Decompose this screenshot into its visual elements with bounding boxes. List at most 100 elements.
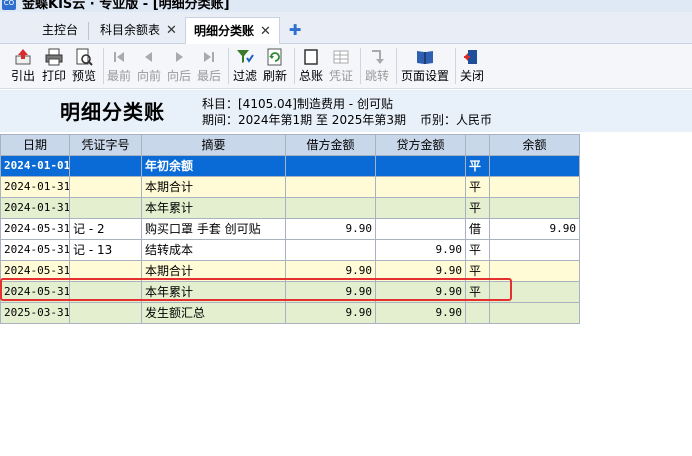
tab-bar: 主控台 科目余额表 ✕ 明细分类账 ✕ ✚ — [0, 12, 692, 44]
ledger-table: 日期 凭证字号 摘要 借方金额 贷方金额 余额 2024-01-01 年初余额 … — [0, 134, 580, 324]
voucher-label: 凭证 — [328, 69, 353, 83]
preview-button[interactable]: 预览 — [69, 46, 99, 86]
cell-debit: 9.90 — [285, 302, 376, 324]
cell-direction: 平 — [465, 155, 490, 177]
table-row[interactable]: 2024-05-31 本期合计 9.90 9.90 平 — [0, 260, 580, 282]
table-row[interactable]: 2024-01-31 本期合计 平 — [0, 176, 580, 198]
close-button[interactable]: 关闭 — [457, 46, 487, 86]
tab-detail-ledger[interactable]: 明细分类账 ✕ — [185, 17, 280, 44]
cell-balance — [489, 155, 580, 177]
exit-door-icon — [463, 48, 481, 66]
print-button[interactable]: 打印 — [39, 46, 69, 86]
cell-voucher — [69, 155, 142, 177]
cell-voucher — [69, 260, 142, 282]
cell-credit: 9.90 — [375, 302, 466, 324]
first-icon — [110, 48, 128, 66]
table-row[interactable]: 2024-05-31 本年累计 9.90 9.90 平 — [0, 281, 580, 303]
jump-label: 跳转 — [364, 69, 389, 83]
print-label: 打印 — [41, 69, 66, 83]
cell-credit: 9.90 — [375, 281, 466, 303]
cell-direction — [465, 302, 490, 324]
cell-voucher — [69, 302, 142, 324]
next-label: 向后 — [166, 69, 191, 83]
cell-summary: 年初余额 — [141, 155, 286, 177]
cell-debit: 9.90 — [285, 218, 376, 240]
cell-date: 2024-01-31 — [0, 197, 70, 219]
column-header-direction[interactable] — [465, 134, 490, 156]
preview-label: 预览 — [71, 69, 96, 83]
table-row[interactable]: 2024-01-01 年初余额 平 — [0, 155, 580, 177]
toolbar-separator — [360, 48, 361, 84]
cell-date: 2024-01-31 — [0, 176, 70, 198]
cell-debit: 9.90 — [285, 260, 376, 282]
close-label: 关闭 — [459, 69, 484, 83]
voucher-icon — [332, 48, 350, 66]
cell-date: 2024-01-01 — [0, 155, 70, 177]
last-icon — [200, 48, 218, 66]
report-title: 明细分类账 — [60, 100, 165, 124]
close-icon[interactable]: ✕ — [166, 17, 177, 44]
cell-direction: 平 — [465, 260, 490, 282]
cell-balance — [489, 176, 580, 198]
tab-account-balance[interactable]: 科目余额表 ✕ — [92, 17, 185, 44]
cell-summary: 本期合计 — [141, 176, 286, 198]
close-icon[interactable]: ✕ — [260, 18, 271, 45]
tab-label: 科目余额表 — [100, 23, 161, 37]
tab-main-console[interactable]: 主控台 — [34, 17, 86, 44]
table-row[interactable]: 2024-05-31 记 - 13 结转成本 9.90 平 — [0, 239, 580, 261]
prev-button[interactable]: 向前 — [134, 46, 164, 86]
refresh-label: 刷新 — [262, 69, 287, 83]
table-row[interactable]: 2025-03-31 发生额汇总 9.90 9.90 — [0, 302, 580, 324]
table-row[interactable]: 2024-05-31 记 - 2 购买口罩 手套 创可贴 9.90 借 9.90 — [0, 218, 580, 240]
tab-label: 主控台 — [42, 23, 79, 37]
cell-credit: 9.90 — [375, 239, 466, 261]
last-button[interactable]: 最后 — [194, 46, 224, 86]
filter-button[interactable]: 过滤 — [230, 46, 260, 86]
first-button[interactable]: 最前 — [104, 46, 134, 86]
cell-balance: 9.90 — [489, 218, 580, 240]
refresh-button[interactable]: 刷新 — [260, 46, 290, 86]
cell-summary: 本期合计 — [141, 260, 286, 282]
page-setup-button[interactable]: 页面设置 — [398, 46, 452, 86]
table-row[interactable]: 2024-01-31 本年累计 平 — [0, 197, 580, 219]
add-tab-icon[interactable]: ✚ — [288, 23, 302, 38]
page-setup-label: 页面设置 — [400, 69, 449, 83]
voucher-button[interactable]: 凭证 — [326, 46, 356, 86]
prev-icon — [140, 48, 158, 66]
window-title: 金蝶KIS云 · 专业版 - [明细分类账] — [22, 0, 230, 12]
jump-button[interactable]: 跳转 — [362, 46, 392, 86]
preview-icon — [75, 48, 93, 66]
next-button[interactable]: 向后 — [164, 46, 194, 86]
cell-credit — [375, 155, 466, 177]
cell-balance — [489, 260, 580, 282]
period-text: 期间：2024年第1期 至 2025年第3期 — [202, 113, 406, 127]
filter-icon — [236, 48, 254, 66]
cell-direction: 平 — [465, 281, 490, 303]
column-header-voucher[interactable]: 凭证字号 — [69, 134, 142, 156]
cell-balance — [489, 239, 580, 261]
cell-credit: 9.90 — [375, 260, 466, 282]
cell-balance — [489, 197, 580, 219]
next-icon — [170, 48, 188, 66]
cell-debit — [285, 155, 376, 177]
cell-debit — [285, 176, 376, 198]
column-header-date[interactable]: 日期 — [0, 134, 70, 156]
column-header-balance[interactable]: 余额 — [489, 134, 580, 156]
cell-date: 2024-05-31 — [0, 260, 70, 282]
refresh-icon — [266, 48, 284, 66]
account-info: 科目：[4105.04]制造费用 - 创可贴 — [202, 97, 393, 111]
period-info: 期间：2024年第1期 至 2025年第3期 币别：人民币 — [202, 111, 492, 128]
column-header-credit[interactable]: 贷方金额 — [375, 134, 466, 156]
window-titlebar: CO 金蝶KIS云 · 专业版 - [明细分类账] — [0, 0, 692, 12]
cell-voucher: 记 - 2 — [69, 218, 142, 240]
cell-debit: 9.90 — [285, 281, 376, 303]
book-icon — [416, 48, 434, 66]
cell-summary: 发生额汇总 — [141, 302, 286, 324]
toolbar-separator — [455, 48, 456, 84]
cell-date: 2024-05-31 — [0, 218, 70, 240]
general-ledger-label: 总账 — [298, 69, 323, 83]
column-header-summary[interactable]: 摘要 — [141, 134, 286, 156]
general-ledger-button[interactable]: 总账 — [296, 46, 326, 86]
export-button[interactable]: 引出 — [7, 46, 39, 86]
column-header-debit[interactable]: 借方金额 — [285, 134, 376, 156]
